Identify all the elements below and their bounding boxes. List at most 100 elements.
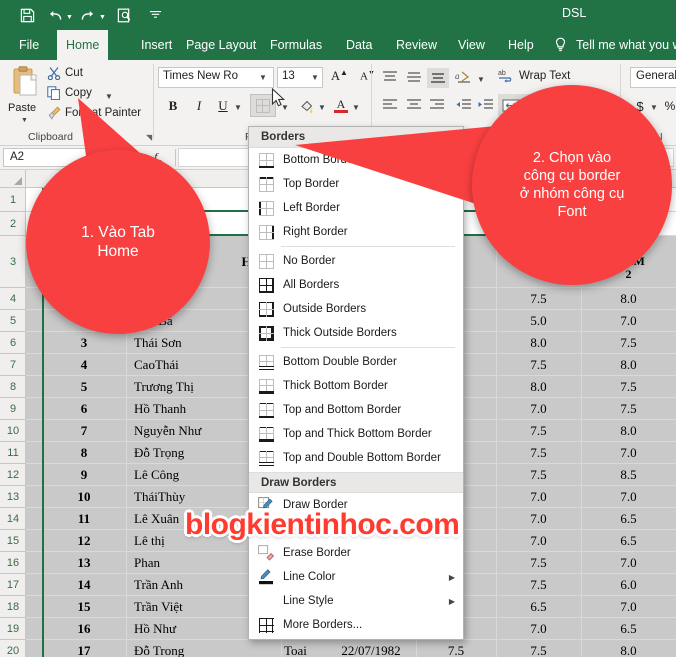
cell-score-2[interactable]: 8.0 <box>496 376 581 397</box>
font-size-caret-icon[interactable]: ▼ <box>311 73 319 82</box>
row-header[interactable]: 3 <box>0 236 26 288</box>
cell-score-3[interactable]: 7.0 <box>581 442 676 463</box>
increase-font-size-icon[interactable]: A▲ <box>331 68 348 84</box>
cell-score-2[interactable]: 7.5 <box>496 354 581 375</box>
cell-name[interactable]: Đỗ Trong <box>134 640 280 657</box>
wrap-text-button[interactable]: ab Wrap Text <box>498 68 570 83</box>
cell-score-3[interactable]: 7.0 <box>581 552 676 573</box>
cell-stt[interactable]: 15 <box>42 596 126 617</box>
menu-item-top-and-bottom-border[interactable]: Top and Bottom Border <box>249 398 463 422</box>
cell-stt[interactable]: 14 <box>42 574 126 595</box>
cell-score-3[interactable]: 7.5 <box>581 332 676 353</box>
paste-caret-icon[interactable]: ▼ <box>21 117 28 124</box>
tab-view[interactable]: View <box>449 30 494 60</box>
tab-review[interactable]: Review <box>387 30 446 60</box>
row-header[interactable]: 8 <box>0 376 26 398</box>
currency-caret-icon[interactable]: ▼ <box>650 103 658 112</box>
cell-score-2[interactable]: 7.5 <box>496 640 581 657</box>
redo-icon[interactable] <box>75 4 101 26</box>
tab-home[interactable]: Home <box>57 30 109 60</box>
menu-item-more-borders[interactable]: More Borders... <box>249 613 463 637</box>
cell-stt[interactable]: 7 <box>42 420 126 441</box>
cell-score-1[interactable]: 7.5 <box>416 640 496 657</box>
tab-data[interactable]: Data <box>337 30 381 60</box>
decrease-font-size-icon[interactable]: A▼ <box>360 69 375 83</box>
cell-score-3[interactable]: 6.0 <box>581 574 676 595</box>
cell-stt[interactable]: 12 <box>42 530 126 551</box>
cell-score-3[interactable]: 8.5 <box>581 464 676 485</box>
tab-file[interactable]: File <box>10 30 48 60</box>
cell-date[interactable]: 22/07/1982 <box>326 640 416 657</box>
cell-stt[interactable]: 8 <box>42 442 126 463</box>
row-header[interactable]: 1 <box>0 188 26 212</box>
tell-me-search[interactable]: Tell me what you w <box>576 30 676 60</box>
cell-score-2[interactable]: 7.5 <box>496 464 581 485</box>
menu-item-top-and-thick-bottom-border[interactable]: Top and Thick Bottom Border <box>249 422 463 446</box>
menu-item-no-border[interactable]: No Border <box>249 249 463 273</box>
cell-score-2[interactable]: 7.5 <box>496 420 581 441</box>
cell-stt[interactable]: 9 <box>42 464 126 485</box>
cell-stt[interactable]: 17 <box>42 640 126 657</box>
cell-stt[interactable]: 11 <box>42 508 126 529</box>
cell-score-2[interactable]: 7.5 <box>496 574 581 595</box>
cell-score-3[interactable]: 6.5 <box>581 618 676 639</box>
customize-qat-icon[interactable] <box>143 4 169 26</box>
cell-score-2[interactable]: 7.0 <box>496 486 581 507</box>
cell-score-2[interactable]: 7.5 <box>496 442 581 463</box>
cell-score-2[interactable]: 7.0 <box>496 618 581 639</box>
cell-stt[interactable]: 5 <box>42 376 126 397</box>
cell-stt[interactable]: 16 <box>42 618 126 639</box>
row-header[interactable]: 11 <box>0 442 26 464</box>
redo-caret-icon[interactable]: ▼ <box>99 14 106 21</box>
cell-score-2[interactable]: 7.5 <box>496 552 581 573</box>
cell-stt[interactable]: 4 <box>42 354 126 375</box>
cell-score-3[interactable]: 6.5 <box>581 508 676 529</box>
paste-icon[interactable] <box>12 66 40 100</box>
cell-score-2[interactable]: 5.0 <box>496 310 581 331</box>
row-header[interactable]: 6 <box>0 332 26 354</box>
row-header[interactable]: 18 <box>0 596 26 618</box>
row-header[interactable]: 4 <box>0 288 26 310</box>
cell-score-2[interactable]: 6.5 <box>496 596 581 617</box>
orientation-icon[interactable]: a <box>455 70 473 86</box>
menu-item-line-color[interactable]: Line Color ▶ <box>249 565 463 589</box>
row-header[interactable]: 5 <box>0 310 26 332</box>
row-header[interactable]: 10 <box>0 420 26 442</box>
align-middle-icon[interactable] <box>405 70 423 86</box>
select-all-corner[interactable] <box>0 170 26 188</box>
cell-score-2[interactable]: 7.0 <box>496 398 581 419</box>
cell-score-2[interactable]: 8.0 <box>496 332 581 353</box>
tab-page-layout[interactable]: Page Layout <box>177 30 265 60</box>
cell-score-3[interactable]: 6.5 <box>581 530 676 551</box>
undo-icon[interactable] <box>42 4 68 26</box>
percent-button[interactable]: % <box>662 96 676 116</box>
menu-item-thick-bottom-border[interactable]: Thick Bottom Border <box>249 374 463 398</box>
tab-help[interactable]: Help <box>499 30 543 60</box>
row-header[interactable]: 15 <box>0 530 26 552</box>
cell-score-3[interactable]: 8.0 <box>581 420 676 441</box>
cell-score-3[interactable]: 7.0 <box>581 596 676 617</box>
row-header[interactable]: 20 <box>0 640 26 657</box>
font-name-caret-icon[interactable]: ▼ <box>259 73 267 82</box>
orientation-caret-icon[interactable]: ▼ <box>477 75 485 84</box>
menu-item-all-borders[interactable]: All Borders <box>249 273 463 297</box>
cell-score-2[interactable]: 7.0 <box>496 530 581 551</box>
undo-caret-icon[interactable]: ▼ <box>66 14 73 21</box>
cell-score-2[interactable]: 7.0 <box>496 508 581 529</box>
row-header[interactable]: 2 <box>0 212 26 236</box>
row-header[interactable]: 12 <box>0 464 26 486</box>
number-format-select[interactable]: General <box>630 67 676 88</box>
menu-item-bottom-double-border[interactable]: Bottom Double Border <box>249 350 463 374</box>
row-header[interactable]: 7 <box>0 354 26 376</box>
row-header[interactable]: 17 <box>0 574 26 596</box>
tab-insert[interactable]: Insert <box>132 30 181 60</box>
print-preview-icon[interactable] <box>111 4 137 26</box>
align-top-icon[interactable] <box>381 70 399 86</box>
cell-score-2[interactable]: 7.5 <box>496 288 581 309</box>
row-header[interactable]: 9 <box>0 398 26 420</box>
menu-item-thick-outside-borders[interactable]: Thick Outside Borders <box>249 321 463 345</box>
cell-score-3[interactable]: 8.0 <box>581 288 676 309</box>
cell-score-3[interactable]: 7.5 <box>581 376 676 397</box>
menu-item-top-and-double-bottom-border[interactable]: Top and Double Bottom Border <box>249 446 463 470</box>
save-icon[interactable] <box>14 4 40 26</box>
